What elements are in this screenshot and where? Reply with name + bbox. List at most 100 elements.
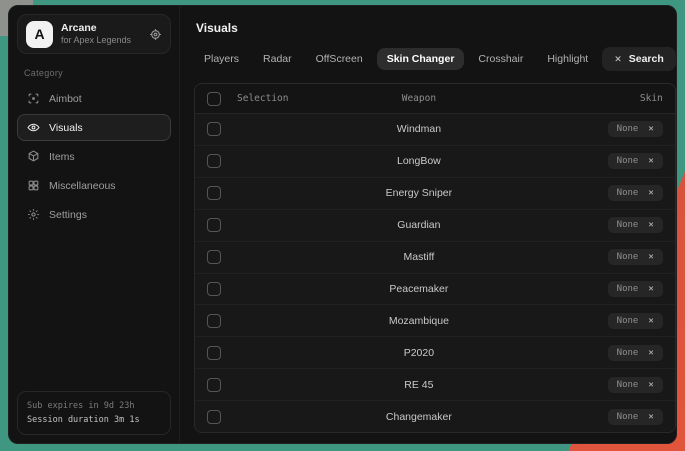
table-row: LongBow None ✕ <box>195 146 675 178</box>
search-icon: ✕ <box>614 54 622 65</box>
sidebar: A Arcane for Apex Legends Category Aimbo <box>9 6 179 443</box>
search-button[interactable]: ✕ Search <box>602 47 676 71</box>
sidebar-item-aimbot[interactable]: Aimbot <box>17 85 171 112</box>
skin-value-badge[interactable]: None ✕ <box>608 153 663 169</box>
sidebar-item-label: Aimbot <box>49 93 82 105</box>
crosshair-icon <box>27 92 40 105</box>
skin-value: None <box>617 124 639 134</box>
table-row: Peacemaker None ✕ <box>195 274 675 306</box>
clear-skin-icon[interactable]: ✕ <box>648 412 653 422</box>
sidebar-item-miscellaneous[interactable]: Miscellaneous <box>17 172 171 199</box>
skin-value-badge[interactable]: None ✕ <box>608 121 663 137</box>
table-row: Energy Sniper None ✕ <box>195 178 675 210</box>
table-row: P2020 None ✕ <box>195 337 675 369</box>
weapon-name: Mastiff <box>347 251 579 263</box>
subscription-info-card: Sub expires in 9d 23h Session duration 3… <box>17 391 171 435</box>
tab-skin-changer[interactable]: Skin Changer <box>377 48 465 70</box>
app-title: Arcane <box>61 22 141 35</box>
sidebar-item-label: Items <box>49 151 75 163</box>
gear-icon <box>27 208 40 221</box>
weapon-name: Guardian <box>347 219 579 231</box>
tab-players[interactable]: Players <box>194 48 249 70</box>
column-header-skin: Skin <box>579 93 675 104</box>
skin-value: None <box>617 412 639 422</box>
row-checkbox[interactable] <box>207 314 221 328</box>
skin-value-badge[interactable]: None ✕ <box>608 377 663 393</box>
skin-value-badge[interactable]: None ✕ <box>608 217 663 233</box>
table-row: Windman None✕ <box>195 114 675 146</box>
row-checkbox[interactable] <box>207 122 221 136</box>
table-row: Mozambique None ✕ <box>195 305 675 337</box>
gear-icon[interactable] <box>149 28 162 41</box>
grid-icon <box>27 179 40 192</box>
row-checkbox[interactable] <box>207 378 221 392</box>
cube-icon <box>27 150 40 163</box>
tab-offscreen[interactable]: OffScreen <box>306 48 373 70</box>
clear-skin-icon[interactable]: ✕ <box>648 284 653 294</box>
row-checkbox[interactable] <box>207 154 221 168</box>
sidebar-item-items[interactable]: Items <box>17 143 171 170</box>
app-logo: A <box>26 21 53 48</box>
row-checkbox[interactable] <box>207 186 221 200</box>
clear-skin-icon[interactable]: ✕ <box>648 348 653 358</box>
table-row: RE 45 None ✕ <box>195 369 675 401</box>
sidebar-item-label: Visuals <box>49 122 83 134</box>
category-label: Category <box>24 68 171 78</box>
session-duration-text: Session duration 3m 1s <box>27 413 161 427</box>
eye-scan-icon <box>27 121 40 134</box>
table-header-row: Selection Weapon Skin <box>195 84 675 114</box>
skin-value: None <box>617 380 639 390</box>
weapon-name: Mozambique <box>347 315 579 327</box>
search-button-label: Search <box>629 53 664 65</box>
tab-bar: Players Radar OffScreen Skin Changer Cro… <box>194 47 676 71</box>
skin-value-badge[interactable]: None ✕ <box>608 249 663 265</box>
skin-value-badge[interactable]: None ✕ <box>608 409 663 425</box>
weapon-name: Energy Sniper <box>347 187 579 199</box>
weapon-name: Changemaker <box>347 411 579 423</box>
app-window: A Arcane for Apex Legends Category Aimbo <box>8 5 677 444</box>
skin-value: None <box>617 156 639 166</box>
skin-table: Selection Weapon Skin Windman None✕ Long… <box>194 83 676 433</box>
skin-value-badge[interactable]: None ✕ <box>608 345 663 361</box>
sub-expires-text: Sub expires in 9d 23h <box>27 399 161 413</box>
sidebar-item-label: Miscellaneous <box>49 180 116 192</box>
row-checkbox[interactable] <box>207 410 221 424</box>
skin-value-badge[interactable]: None ✕ <box>608 281 663 297</box>
app-header-text: Arcane for Apex Legends <box>61 22 141 46</box>
weapon-name: P2020 <box>347 347 579 359</box>
skin-value: None <box>617 252 639 262</box>
skin-value: None <box>617 220 639 230</box>
skin-value: None <box>617 316 639 326</box>
table-row: Changemaker None ✕ <box>195 401 675 432</box>
sidebar-item-visuals[interactable]: Visuals <box>17 114 171 141</box>
row-checkbox[interactable] <box>207 282 221 296</box>
clear-skin-icon[interactable]: ✕ <box>648 188 653 198</box>
clear-skin-icon[interactable]: ✕ <box>648 252 653 262</box>
clear-skin-icon[interactable]: ✕ <box>648 316 653 326</box>
app-subtitle: for Apex Legends <box>61 35 141 46</box>
table-row: Mastiff None ✕ <box>195 242 675 274</box>
tab-radar[interactable]: Radar <box>253 48 302 70</box>
skin-value: None <box>617 348 639 358</box>
select-all-checkbox[interactable] <box>207 92 221 106</box>
clear-skin-icon[interactable]: ✕ <box>648 220 653 230</box>
skin-value: None <box>617 188 639 198</box>
skin-value: None <box>617 284 639 294</box>
weapon-name: RE 45 <box>347 379 579 391</box>
clear-skin-icon[interactable]: ✕ <box>648 380 653 390</box>
tab-highlight[interactable]: Highlight <box>537 48 598 70</box>
clear-skin-icon[interactable]: ✕ <box>648 156 653 166</box>
weapon-name: LongBow <box>347 155 579 167</box>
clear-skin-icon[interactable]: ✕ <box>648 124 653 134</box>
row-checkbox[interactable] <box>207 250 221 264</box>
tab-crosshair[interactable]: Crosshair <box>468 48 533 70</box>
row-checkbox[interactable] <box>207 218 221 232</box>
sidebar-item-settings[interactable]: Settings <box>17 201 171 228</box>
skin-value-badge[interactable]: None ✕ <box>608 313 663 329</box>
column-header-weapon: Weapon <box>347 93 579 104</box>
app-header-card: A Arcane for Apex Legends <box>17 14 171 54</box>
skin-value-badge[interactable]: None ✕ <box>608 185 663 201</box>
weapon-name: Peacemaker <box>347 283 579 295</box>
row-checkbox[interactable] <box>207 346 221 360</box>
table-row: Guardian None ✕ <box>195 210 675 242</box>
